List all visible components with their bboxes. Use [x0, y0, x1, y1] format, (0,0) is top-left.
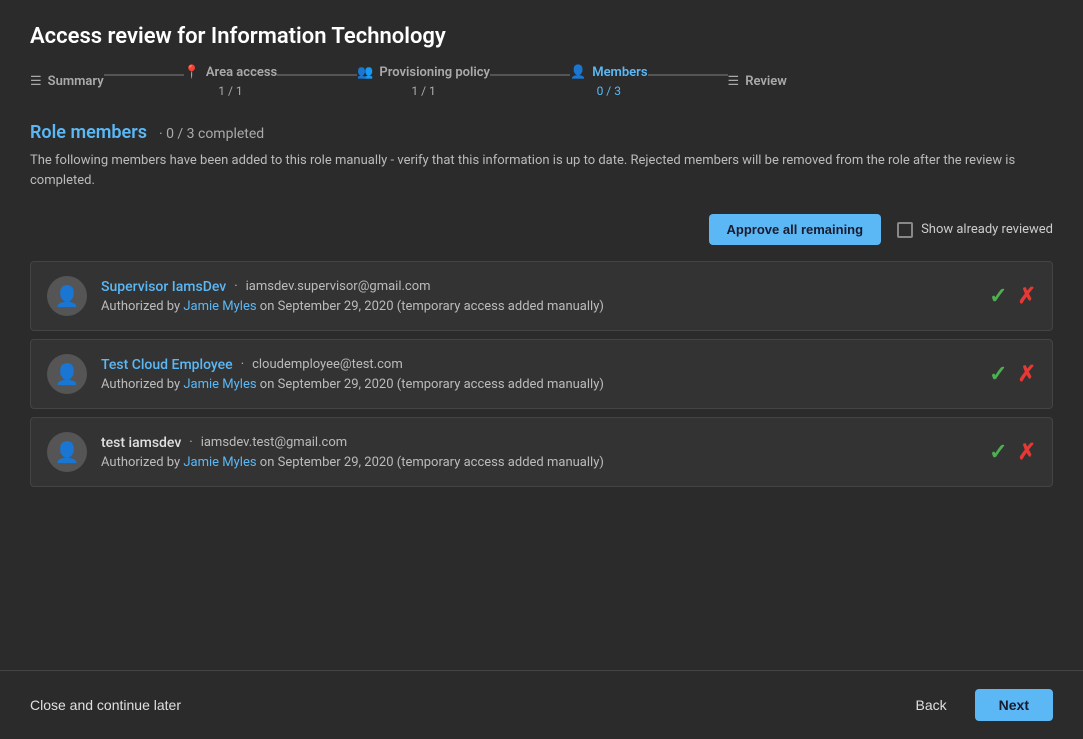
page-title: Access review for Information Technology	[0, 0, 1083, 65]
connector-3	[490, 74, 570, 76]
main-content: Role members · 0 / 3 completed The follo…	[0, 122, 1083, 670]
step-review[interactable]: ☰ Review	[728, 74, 787, 89]
member-name-row: test iamsdev · iamsdev.test@gmail.com	[101, 435, 975, 451]
approve-button[interactable]: ✓	[989, 283, 1007, 309]
step-members-label: Members	[592, 65, 647, 80]
user-avatar-icon: 👤	[55, 284, 80, 308]
member-info: Test Cloud Employee · cloudemployee@test…	[101, 357, 975, 392]
approve-button[interactable]: ✓	[989, 439, 1007, 465]
show-reviewed-label[interactable]: Show already reviewed	[897, 222, 1053, 238]
member-email: cloudemployee@test.com	[252, 357, 403, 372]
member-auth: Authorized by Jamie Myles on September 2…	[101, 455, 975, 470]
member-name: test iamsdev	[101, 435, 181, 451]
footer: Close and continue later Back Next	[0, 670, 1083, 739]
avatar: 👤	[47, 354, 87, 394]
show-reviewed-checkbox[interactable]	[897, 222, 913, 238]
reject-button[interactable]: ✗	[1018, 439, 1036, 465]
step-summary-label: Summary	[48, 74, 104, 89]
reject-button[interactable]: ✗	[1018, 361, 1036, 387]
step-area-label: Area access	[206, 65, 277, 80]
step-provisioning[interactable]: 👥 Provisioning policy 1 / 1	[357, 65, 490, 98]
avatar: 👤	[47, 432, 87, 472]
auth-link[interactable]: Jamie Myles	[183, 299, 256, 314]
progress-bar: ☰ Summary 📍 Area access 1 / 1 👥	[0, 65, 1083, 122]
user-avatar-icon: 👤	[55, 440, 80, 464]
connector-1	[104, 74, 184, 76]
table-row: 👤 test iamsdev · iamsdev.test@gmail.com …	[30, 417, 1053, 487]
step-provisioning-label: Provisioning policy	[379, 65, 490, 80]
step-area-count: 1 / 1	[218, 84, 242, 98]
section-title: Role members	[30, 122, 147, 143]
member-auth: Authorized by Jamie Myles on September 2…	[101, 377, 975, 392]
table-row: 👤 Test Cloud Employee · cloudemployee@te…	[30, 339, 1053, 409]
summary-icon: ☰	[30, 74, 42, 89]
member-name: Test Cloud Employee	[101, 357, 233, 373]
member-actions: ✓ ✗	[989, 439, 1036, 465]
area-icon: 📍	[184, 65, 200, 80]
member-list: 👤 Supervisor IamsDev · iamsdev.superviso…	[30, 261, 1053, 495]
approve-button[interactable]: ✓	[989, 361, 1007, 387]
connector-2	[277, 74, 357, 76]
member-actions: ✓ ✗	[989, 283, 1036, 309]
connector-4	[648, 74, 728, 76]
section-header: Role members · 0 / 3 completed	[30, 122, 1053, 143]
step-provisioning-count: 1 / 1	[411, 84, 435, 98]
avatar: 👤	[47, 276, 87, 316]
show-reviewed-text: Show already reviewed	[921, 222, 1053, 237]
member-name: Supervisor IamsDev	[101, 279, 226, 295]
action-row: Approve all remaining Show already revie…	[30, 214, 1053, 245]
back-button[interactable]: Back	[900, 689, 963, 721]
table-row: 👤 Supervisor IamsDev · iamsdev.superviso…	[30, 261, 1053, 331]
step-area-access[interactable]: 📍 Area access 1 / 1	[184, 65, 278, 98]
member-info: Supervisor IamsDev · iamsdev.supervisor@…	[101, 279, 975, 314]
next-button[interactable]: Next	[975, 689, 1053, 721]
auth-link[interactable]: Jamie Myles	[183, 377, 256, 392]
members-icon: 👤	[570, 65, 586, 80]
section-count: · 0 / 3 completed	[159, 126, 264, 142]
member-auth: Authorized by Jamie Myles on September 2…	[101, 299, 975, 314]
member-name-row: Supervisor IamsDev · iamsdev.supervisor@…	[101, 279, 975, 295]
member-email: iamsdev.test@gmail.com	[201, 435, 347, 450]
member-info: test iamsdev · iamsdev.test@gmail.com Au…	[101, 435, 975, 470]
step-members[interactable]: 👤 Members 0 / 3	[570, 65, 648, 98]
review-icon: ☰	[728, 74, 740, 89]
footer-right: Back Next	[900, 689, 1053, 721]
close-later-button[interactable]: Close and continue later	[30, 697, 181, 713]
auth-link[interactable]: Jamie Myles	[183, 455, 256, 470]
step-review-label: Review	[745, 74, 787, 89]
user-avatar-icon: 👤	[55, 362, 80, 386]
approve-all-button[interactable]: Approve all remaining	[709, 214, 882, 245]
provisioning-icon: 👥	[357, 65, 373, 80]
step-members-count: 0 / 3	[597, 84, 621, 98]
section-description: The following members have been added to…	[30, 151, 1053, 190]
page-container: Access review for Information Technology…	[0, 0, 1083, 739]
reject-button[interactable]: ✗	[1018, 283, 1036, 309]
member-name-row: Test Cloud Employee · cloudemployee@test…	[101, 357, 975, 373]
member-email: iamsdev.supervisor@gmail.com	[246, 279, 431, 294]
step-summary[interactable]: ☰ Summary	[30, 74, 104, 89]
member-actions: ✓ ✗	[989, 361, 1036, 387]
